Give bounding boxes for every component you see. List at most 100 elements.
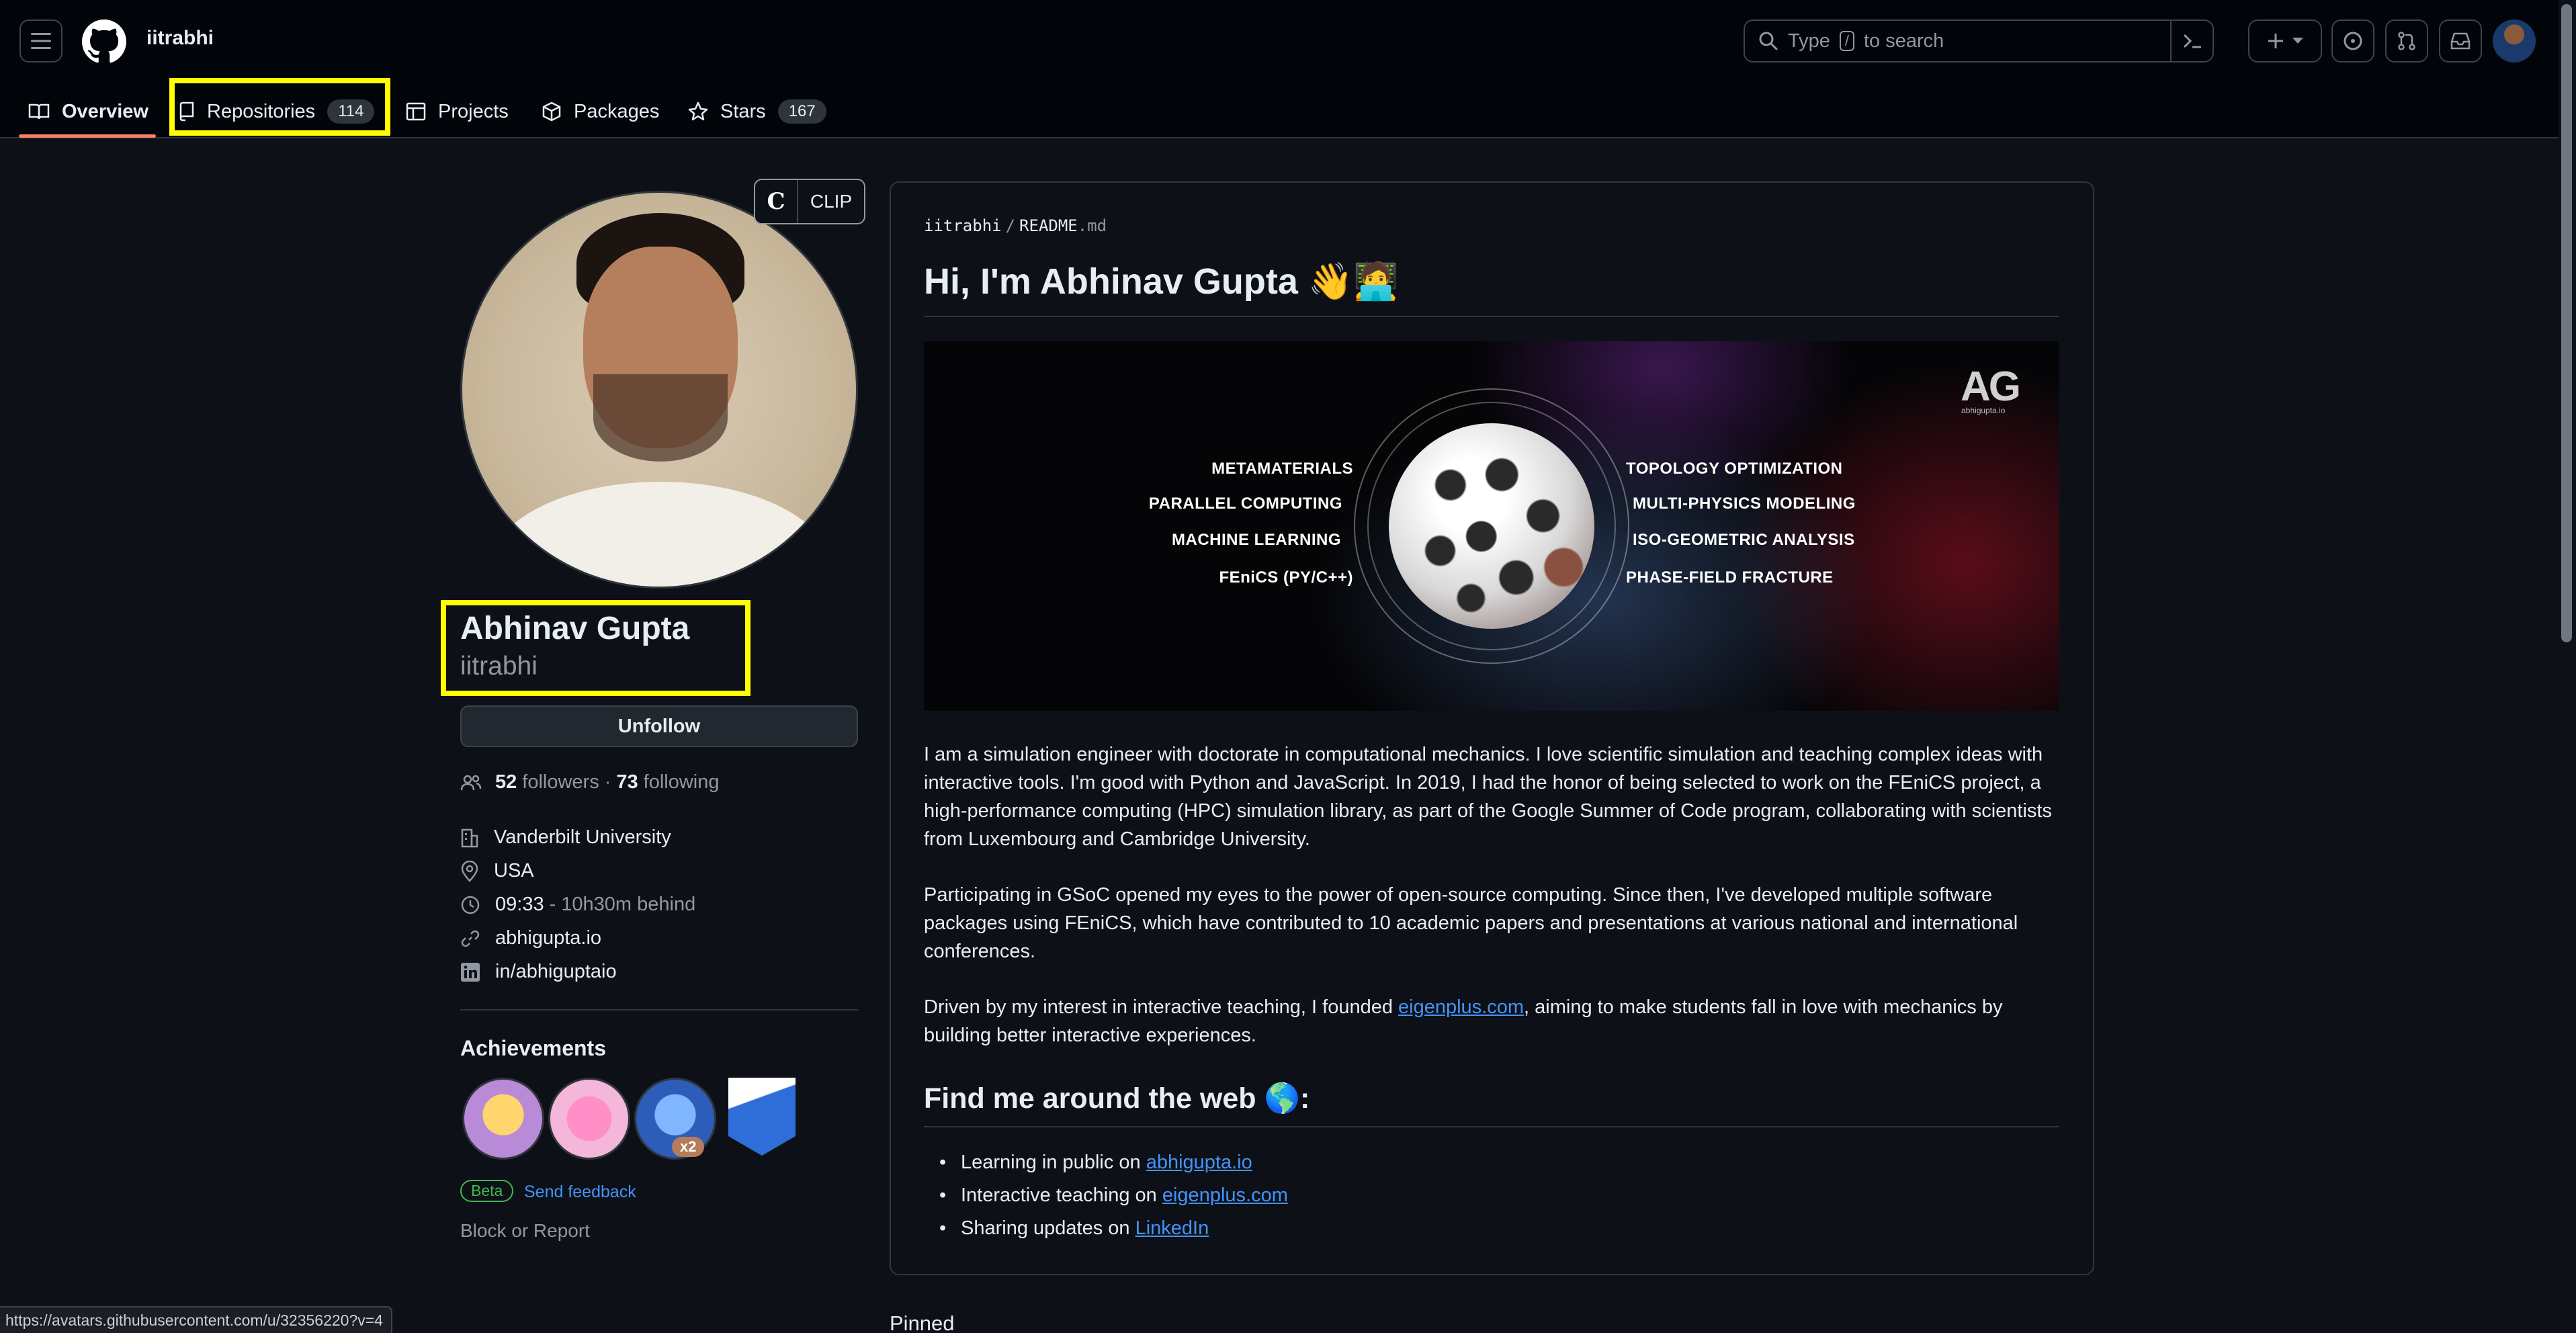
web-link-2-anchor[interactable]: eigenplus.com	[1162, 1185, 1288, 1206]
inbox-icon	[2450, 32, 2471, 50]
follow-stats: 52 followers · 73 following	[460, 771, 719, 793]
location-item: USA	[460, 860, 534, 882]
create-new-button[interactable]	[2248, 19, 2322, 62]
tab-overview[interactable]: Overview	[28, 85, 148, 138]
inbox-button[interactable]	[2439, 19, 2482, 62]
sidebar-divider	[460, 1009, 858, 1010]
readme-path-filename: README	[1019, 216, 1078, 235]
readme-paragraph-3: Driven by my interest in interactive tea…	[924, 993, 2059, 1049]
package-icon	[542, 101, 562, 122]
readme-path-owner[interactable]: iitrabhi	[924, 216, 1002, 235]
following-label[interactable]: following	[644, 771, 720, 793]
followers-label[interactable]: followers	[522, 771, 599, 793]
achievements-title[interactable]: Achievements	[460, 1036, 606, 1061]
clip-button[interactable]: C CLIP	[754, 179, 865, 224]
readme-subheading-rule	[924, 1126, 2059, 1127]
issue-opened-icon	[2343, 31, 2363, 51]
send-feedback-link[interactable]: Send feedback	[524, 1182, 636, 1202]
status-bar-url: https://avatars.githubusercontent.com/u/…	[0, 1306, 392, 1333]
clip-label: CLIP	[810, 191, 853, 212]
user-avatar-menu[interactable]	[2493, 19, 2536, 62]
readme-heading-rule	[924, 316, 2059, 317]
web-link-3-text: Sharing updates on	[961, 1217, 1135, 1239]
unfollow-label: Unfollow	[617, 715, 701, 737]
banner-topic-left-1: METAMATERIALS	[1211, 460, 1353, 478]
command-palette-button[interactable]	[2170, 19, 2213, 62]
readme-paragraph-2: Participating in GSoC opened my eyes to …	[924, 884, 2018, 962]
beta-label: Beta	[460, 1180, 514, 1202]
tab-stars-label: Stars	[720, 100, 766, 122]
tab-overview-label: Overview	[62, 100, 148, 122]
tab-packages-label: Packages	[574, 100, 660, 122]
web-link-1-text: Learning in public on	[961, 1152, 1146, 1173]
follow-separator: ·	[604, 771, 611, 793]
followers-count[interactable]: 52	[495, 771, 517, 793]
menu-button[interactable]	[19, 19, 62, 62]
local-time-note: - 10h30m behind	[549, 894, 696, 915]
local-time-text: 09:33	[495, 894, 544, 915]
clock-icon	[460, 895, 480, 915]
web-link-2-text: Interactive teaching on	[961, 1185, 1162, 1206]
tab-stars[interactable]: Stars 167	[688, 85, 826, 138]
readme-path-file: README.md	[1019, 216, 1107, 235]
git-pull-request-icon	[2397, 31, 2417, 51]
issues-button[interactable]	[2331, 19, 2374, 62]
organization-item: Vanderbilt University	[460, 826, 671, 849]
readme-path-separator: /	[1005, 216, 1016, 235]
highlight-box-repositories	[169, 78, 390, 136]
following-count[interactable]: 73	[616, 771, 638, 793]
table-icon	[406, 102, 426, 121]
unfollow-button[interactable]: Unfollow	[460, 705, 858, 747]
readme-path-ext: .md	[1077, 216, 1107, 235]
local-time-item: 09:33 - 10h30m behind	[460, 894, 695, 916]
block-report-link[interactable]: Block or Report	[460, 1220, 590, 1242]
plus-icon	[2267, 32, 2284, 50]
readme-subheading: Find me around the web 🌎:	[924, 1082, 1310, 1115]
page-scrollbar-thumb[interactable]	[2561, 4, 2572, 642]
organization-text: Vanderbilt University	[494, 826, 671, 848]
banner-topic-right-1: TOPOLOGY OPTIMIZATION	[1626, 460, 1843, 478]
achievement-badge-4[interactable]	[728, 1078, 796, 1156]
github-logo-icon[interactable]	[82, 19, 126, 64]
readme-paragraph-1: I am a simulation engineer with doctorat…	[924, 744, 2052, 850]
tab-projects[interactable]: Projects	[406, 85, 509, 138]
linkedin-icon	[460, 962, 480, 982]
website-item[interactable]: abhigupta.io	[460, 927, 601, 949]
banner-logo-subtitle: abhigupta.io	[1961, 406, 2006, 415]
people-icon	[460, 774, 482, 791]
link-icon	[460, 929, 480, 949]
linkedin-link[interactable]: in/abhiguptaio	[495, 961, 617, 983]
header-username[interactable]: iitrabhi	[146, 27, 214, 50]
profile-avatar[interactable]	[460, 191, 858, 589]
search-placeholder-post: to search	[1864, 30, 1944, 52]
search-icon	[1758, 31, 1778, 51]
readme-path: iitrabhi / README.md	[924, 216, 1107, 235]
paragraph-3-pre: Driven by my interest in interactive tea…	[924, 996, 1399, 1018]
tab-packages[interactable]: Packages	[542, 85, 659, 138]
banner-topic-left-2: PARALLEL COMPUTING	[1148, 494, 1342, 513]
website-link[interactable]: abhigupta.io	[495, 927, 601, 949]
search-input[interactable]: Type / to search	[1744, 19, 2214, 62]
star-icon	[688, 101, 708, 122]
pull-requests-button[interactable]	[2385, 19, 2428, 62]
achievement-count-badge: x2	[672, 1137, 705, 1157]
linkedin-item[interactable]: in/abhiguptaio	[460, 961, 617, 983]
location-pin-icon	[460, 860, 479, 882]
achievement-badge-1[interactable]	[462, 1078, 544, 1160]
web-link-1-anchor[interactable]: abhigupta.io	[1146, 1152, 1252, 1173]
caret-down-icon	[2292, 38, 2303, 44]
banner-topic-right-2: MULTI-PHYSICS MODELING	[1633, 494, 1856, 513]
pinned-heading: Pinned	[890, 1312, 955, 1333]
eigenplus-link[interactable]: eigenplus.com	[1398, 996, 1524, 1018]
tab-stars-count: 167	[777, 99, 826, 124]
search-placeholder-pre: Type	[1788, 30, 1830, 52]
banner-topic-right-3: ISO-GEOMETRIC ANALYSIS	[1633, 531, 1855, 549]
readme-heading: Hi, I'm Abhinav Gupta 👋🧑‍💻	[924, 261, 1399, 302]
web-link-item-1: Learning in public on abhigupta.io	[939, 1152, 1252, 1174]
banner-topic-right-4: PHASE-FIELD FRACTURE	[1626, 568, 1834, 587]
avatar-shirt	[489, 482, 832, 587]
organization-icon	[460, 828, 479, 848]
achievement-badge-2[interactable]	[548, 1078, 630, 1160]
banner-topic-left-3: MACHINE LEARNING	[1172, 531, 1341, 549]
web-link-3-anchor[interactable]: LinkedIn	[1135, 1217, 1209, 1239]
